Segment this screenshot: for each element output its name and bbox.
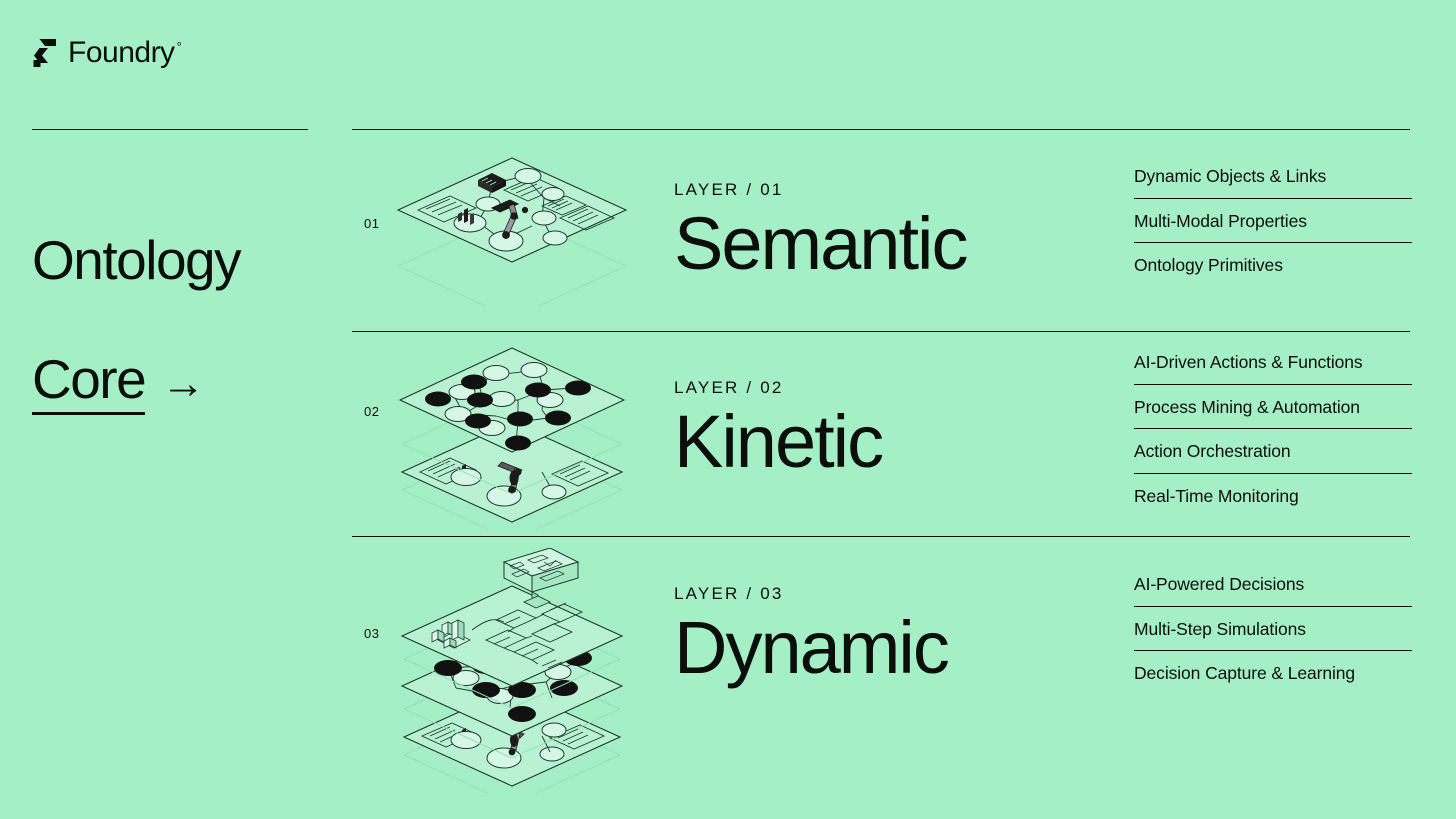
row-index-label: 03 (364, 626, 380, 641)
brand-logo[interactable]: Foundry ° (32, 36, 182, 69)
isometric-three-plane-simulation-icon (400, 547, 624, 805)
layer-illustration-01 (392, 146, 632, 319)
page-title-line-1: Ontology (32, 229, 242, 292)
layer-eyebrow: LAYER / 01 (674, 180, 784, 199)
feature-item[interactable]: Decision Capture & Learning (1134, 664, 1412, 683)
brand-name: Foundry (68, 36, 175, 69)
layer-title: Kinetic (674, 400, 884, 483)
feature-list-01: Dynamic Objects & Links Multi-Modal Prop… (1134, 167, 1412, 275)
layer-row-01: 01 LAYER / 01 Semantic Dynamic Objects &… (352, 146, 1412, 331)
divider-top (352, 129, 1410, 131)
feature-item[interactable]: AI-Powered Decisions (1134, 575, 1412, 607)
layer-text-01: LAYER / 01 Semantic (674, 180, 968, 285)
row-index-label: 01 (364, 216, 380, 231)
brand-wordmark: Foundry ° (68, 36, 182, 69)
layer-title: Semantic (674, 202, 968, 285)
feature-item[interactable]: Action Orchestration (1134, 442, 1412, 474)
feature-item[interactable]: Process Mining & Automation (1134, 398, 1412, 429)
layer-text-02: LAYER / 02 Kinetic (674, 378, 884, 483)
layer-text-03: LAYER / 03 Dynamic (674, 584, 950, 689)
divider-row-2 (352, 331, 1410, 333)
brand-degree-symbol: ° (176, 39, 182, 54)
feature-item[interactable]: Real-Time Monitoring (1134, 487, 1412, 506)
feature-item[interactable]: Multi-Step Simulations (1134, 620, 1412, 651)
feature-item[interactable]: Multi-Modal Properties (1134, 212, 1412, 243)
arrow-right-icon[interactable]: → (161, 362, 205, 406)
layer-eyebrow: LAYER / 03 (674, 584, 784, 603)
foundry-f-mark-icon (33, 39, 56, 67)
layer-illustration-03 (392, 547, 632, 805)
feature-list-03: AI-Powered Decisions Multi-Step Simulati… (1134, 575, 1412, 683)
layer-row-03: 03 LAYER / 03 Dynamic AI-Powered Decisio… (352, 547, 1412, 805)
layer-eyebrow: LAYER / 02 (674, 378, 784, 397)
row-index-label: 02 (364, 404, 380, 419)
feature-list-02: AI-Driven Actions & Functions Process Mi… (1134, 353, 1412, 506)
divider-left-header (32, 129, 308, 131)
page-title-core-link[interactable]: Core (32, 349, 147, 415)
layer-row-02: 02 LAYER / 02 Kinetic AI-Driven Actions … (352, 344, 1412, 541)
isometric-single-plane-ontology-icon (396, 157, 628, 319)
feature-item[interactable]: Dynamic Objects & Links (1134, 167, 1412, 199)
layer-title: Dynamic (674, 606, 950, 689)
feature-item[interactable]: Ontology Primitives (1134, 256, 1412, 275)
divider-row-3 (352, 536, 1410, 538)
isometric-two-plane-network-icon (398, 347, 626, 541)
slide-canvas: Foundry ° Ontology Core → 01 LAYER / 01 … (0, 0, 1456, 819)
page-title: Ontology Core → (32, 172, 242, 474)
feature-item[interactable]: AI-Driven Actions & Functions (1134, 353, 1412, 385)
page-title-line-2[interactable]: Core → (32, 349, 240, 415)
layer-illustration-02 (392, 344, 632, 541)
